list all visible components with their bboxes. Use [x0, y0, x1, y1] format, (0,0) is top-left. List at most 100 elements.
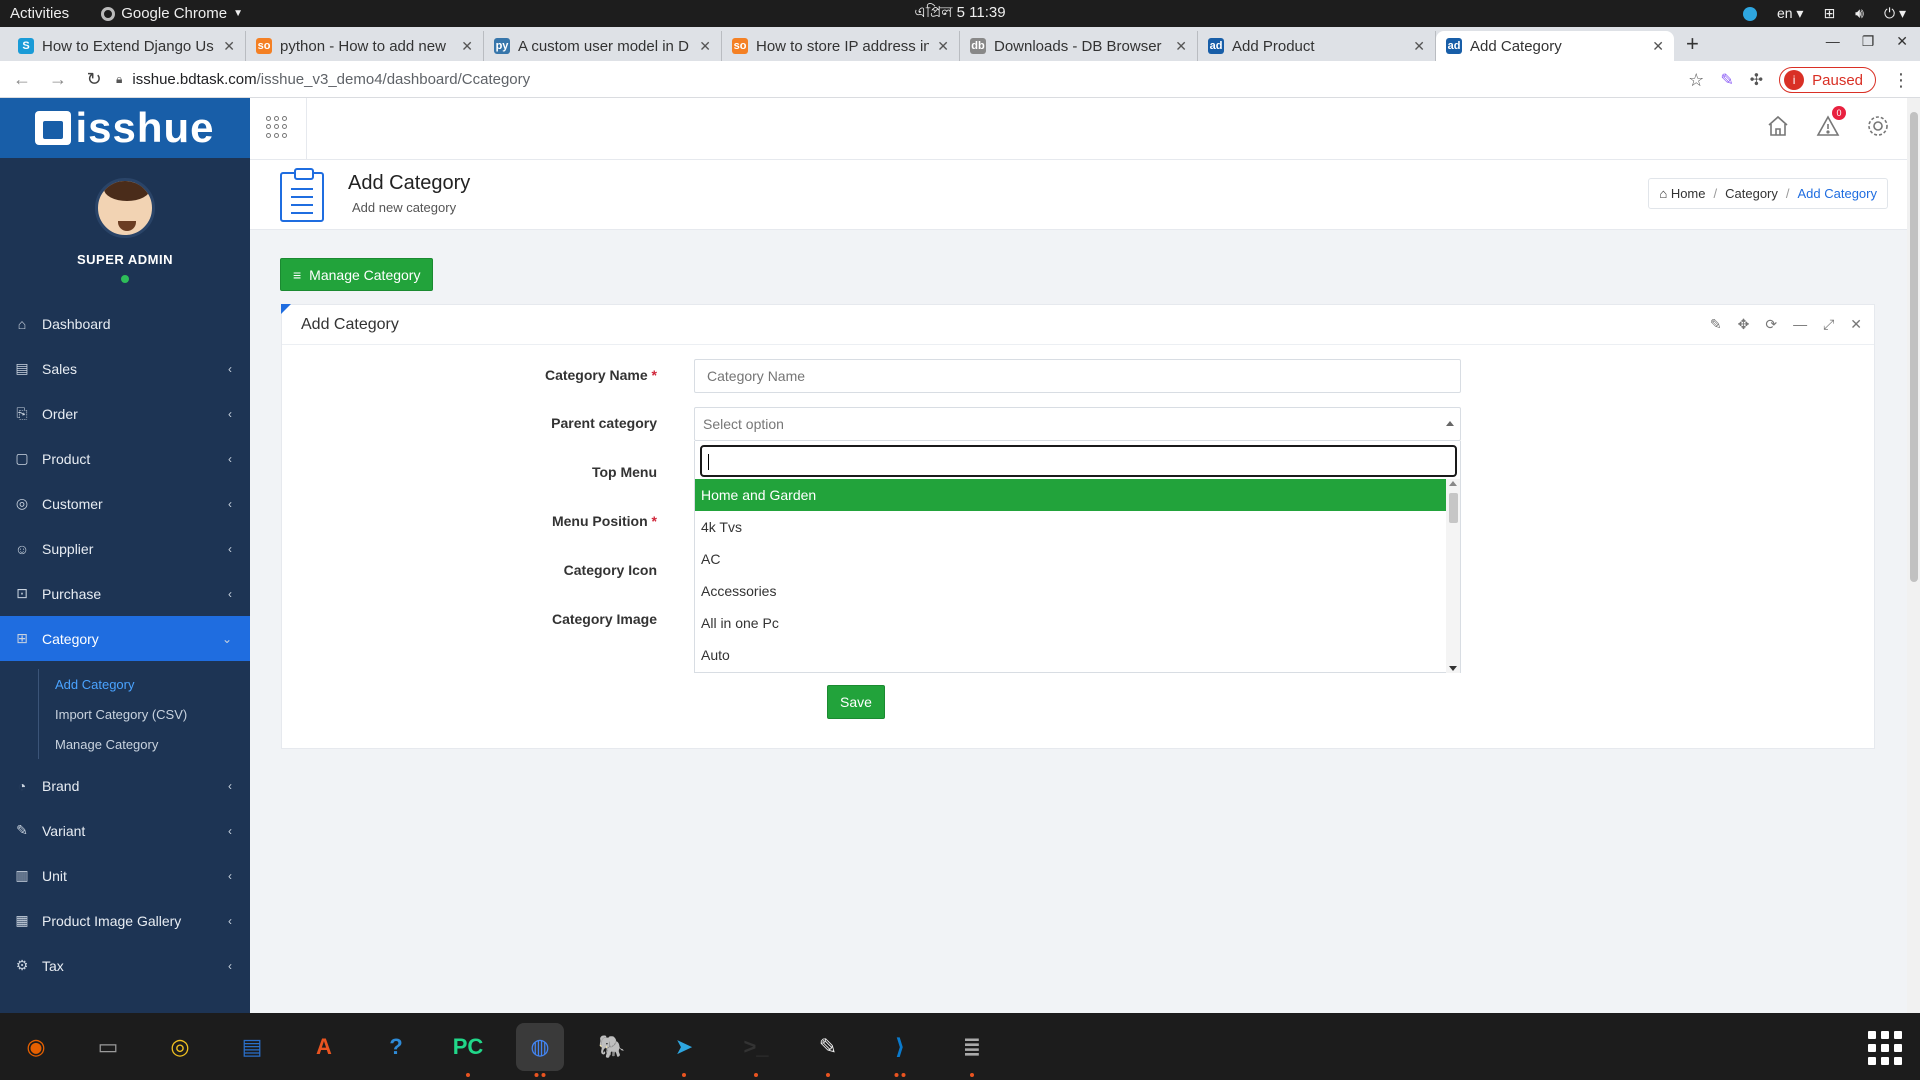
system-tray[interactable]: en ▾ ⊞ 🔊︎ ⏻ ▾	[1742, 5, 1906, 22]
settings-gear-icon[interactable]	[1866, 114, 1890, 138]
volume-icon[interactable]: 🔊︎	[1855, 5, 1864, 22]
favicon-icon: py	[494, 38, 510, 54]
dropdown-option[interactable]: All in one Pc	[695, 607, 1446, 639]
minimize-window-icon[interactable]: —	[1826, 33, 1840, 50]
dropdown-scrollbar[interactable]	[1446, 479, 1460, 673]
move-icon[interactable]: ✥	[1738, 316, 1750, 333]
avatar[interactable]	[95, 178, 155, 238]
sidebar-item-category[interactable]: ⊞ Category ⌄	[0, 616, 250, 661]
close-tab-icon[interactable]: ✕	[1175, 38, 1187, 55]
browser-tab[interactable]: S How to Extend Django Us ✕	[8, 31, 246, 61]
browser-tab[interactable]: so python - How to add new ✕	[246, 31, 484, 61]
close-tab-icon[interactable]: ✕	[1652, 38, 1664, 55]
submenu-item-import-category-csv[interactable]: Import Category (CSV)	[0, 699, 250, 729]
rhythmbox-icon[interactable]: ◎	[156, 1023, 204, 1071]
scrollbar-thumb[interactable]	[1449, 493, 1458, 523]
close-icon[interactable]: ✕	[1850, 316, 1862, 333]
sidebar-item-tax[interactable]: ⚙ Tax ‹	[0, 943, 250, 988]
minimize-icon[interactable]: —	[1793, 316, 1807, 333]
close-tab-icon[interactable]: ✕	[699, 38, 711, 55]
submenu-item-add-category[interactable]: Add Category	[0, 669, 250, 699]
sidebar-item-dashboard[interactable]: ⌂ Dashboard	[0, 301, 250, 346]
telegram-icon[interactable]: ➤	[660, 1023, 708, 1077]
language-indicator[interactable]: en ▾	[1777, 5, 1804, 22]
home-icon[interactable]	[1766, 114, 1790, 138]
clock[interactable]: এপ্রিল 5 11:39	[914, 1, 1005, 26]
dropdown-option[interactable]: AC	[695, 543, 1446, 575]
save-button[interactable]: Save	[827, 685, 885, 719]
refresh-icon[interactable]: ⟳	[1765, 316, 1777, 333]
sidebar-item-sales[interactable]: ▤ Sales ‹	[0, 346, 250, 391]
apps-grid-icon[interactable]	[266, 116, 288, 138]
dropdown-option[interactable]: Auto	[695, 639, 1446, 671]
sidebar-item-purchase[interactable]: ⊡ Purchase ‹	[0, 571, 250, 616]
sidebar-item-brand[interactable]: ◔ Brand ‹	[0, 763, 250, 808]
pgadmin-icon[interactable]: 🐘	[588, 1023, 636, 1071]
scroll-up-icon[interactable]	[1449, 481, 1457, 486]
sidebar-item-unit[interactable]: ▥ Unit ‹	[0, 853, 250, 898]
menu-kebab-icon[interactable]: ⋮	[1892, 70, 1910, 91]
sidebar-item-product[interactable]: ▢ Product ‹	[0, 436, 250, 481]
page-scrollbar-thumb[interactable]	[1910, 112, 1918, 582]
dropdown-option[interactable]: Home and Garden	[695, 479, 1446, 511]
dropdown-option[interactable]: Accessories	[695, 575, 1446, 607]
logo[interactable]: isshue	[0, 98, 250, 158]
dropdown-search-input[interactable]	[700, 445, 1457, 477]
forward-icon[interactable]: →	[44, 69, 72, 90]
manage-category-button[interactable]: ≡ Manage Category	[280, 258, 434, 291]
text-editor-icon[interactable]: ✎	[804, 1023, 852, 1077]
browser-tab[interactable]: db Downloads - DB Browser ✕	[960, 31, 1198, 61]
submenu-item-manage-category[interactable]: Manage Category	[0, 729, 250, 759]
pen-extension-icon[interactable]: ✎	[1720, 70, 1733, 90]
breadcrumb-home[interactable]: ⌂ Home	[1659, 186, 1705, 201]
vscode-icon[interactable]: ⟩	[876, 1023, 924, 1077]
puzzle-icon[interactable]: ✣	[1750, 70, 1763, 90]
browser-tab[interactable]: py A custom user model in D ✕	[484, 31, 722, 61]
sidebar-item-customer[interactable]: ◎ Customer ‹	[0, 481, 250, 526]
back-icon[interactable]: ←	[8, 69, 36, 90]
close-tab-icon[interactable]: ✕	[1413, 38, 1425, 55]
category-name-input[interactable]	[694, 359, 1461, 393]
show-applications-icon[interactable]	[1868, 1031, 1902, 1065]
db-browser-icon[interactable]: ≣	[948, 1023, 996, 1077]
sidebar-item-variant[interactable]: ✎ Variant ‹	[0, 808, 250, 853]
telegram-tray-icon[interactable]	[1742, 6, 1757, 21]
close-tab-icon[interactable]: ✕	[461, 38, 473, 55]
firefox-icon[interactable]: ◉	[12, 1023, 60, 1071]
browser-tab[interactable]: ad Add Category ✕	[1436, 31, 1674, 61]
dropdown-option[interactable]: 4k Tvs	[695, 511, 1446, 543]
chrome-icon[interactable]: ◍	[516, 1022, 564, 1077]
sidebar-item-product-image-gallery[interactable]: ▦ Product Image Gallery ‹	[0, 898, 250, 943]
page-scrollbar[interactable]	[1907, 98, 1920, 1013]
address-bar[interactable]: 🔒︎ isshue.bdtask.com/isshue_v3_demo4/das…	[106, 65, 1706, 94]
expand-icon[interactable]: ⤢	[1823, 316, 1834, 333]
close-tab-icon[interactable]: ✕	[223, 38, 235, 55]
files-icon[interactable]: ▭	[84, 1023, 132, 1071]
star-icon[interactable]: ☆	[1688, 70, 1704, 91]
sidebar-item-supplier[interactable]: ☺ Supplier ‹	[0, 526, 250, 571]
edit-icon[interactable]: ✎	[1710, 316, 1722, 333]
profile-button[interactable]: i Paused	[1779, 67, 1876, 93]
alert-button[interactable]: 0	[1816, 106, 1846, 138]
sidebar-item-order[interactable]: ⎘ Order ‹	[0, 391, 250, 436]
parent-category-select[interactable]: Select option	[694, 407, 1461, 441]
browser-tab[interactable]: so How to store IP address in ✕	[722, 31, 960, 61]
activities-button[interactable]: Activities	[10, 5, 69, 22]
reload-icon[interactable]: ↻	[80, 69, 108, 90]
help-icon[interactable]: ?	[372, 1023, 420, 1071]
breadcrumb-category[interactable]: Category	[1725, 186, 1778, 201]
software-icon[interactable]: A	[300, 1023, 348, 1071]
app-menu[interactable]: Google Chrome ▼	[101, 5, 243, 22]
close-window-icon[interactable]: ✕	[1896, 33, 1908, 50]
writer-icon[interactable]: ▤	[228, 1023, 276, 1071]
close-tab-icon[interactable]: ✕	[937, 38, 949, 55]
pycharm-icon[interactable]: PC	[444, 1023, 492, 1077]
sidebar-item-label: Brand	[42, 777, 80, 794]
terminal-icon[interactable]: >_	[732, 1023, 780, 1077]
new-tab-button[interactable]: +	[1686, 31, 1699, 57]
power-icon[interactable]: ⏻ ▾	[1884, 5, 1906, 22]
network-icon[interactable]: ⊞	[1823, 5, 1835, 22]
scroll-down-icon[interactable]	[1449, 666, 1457, 671]
browser-tab[interactable]: ad Add Product ✕	[1198, 31, 1436, 61]
maximize-window-icon[interactable]: ❐	[1862, 33, 1875, 50]
